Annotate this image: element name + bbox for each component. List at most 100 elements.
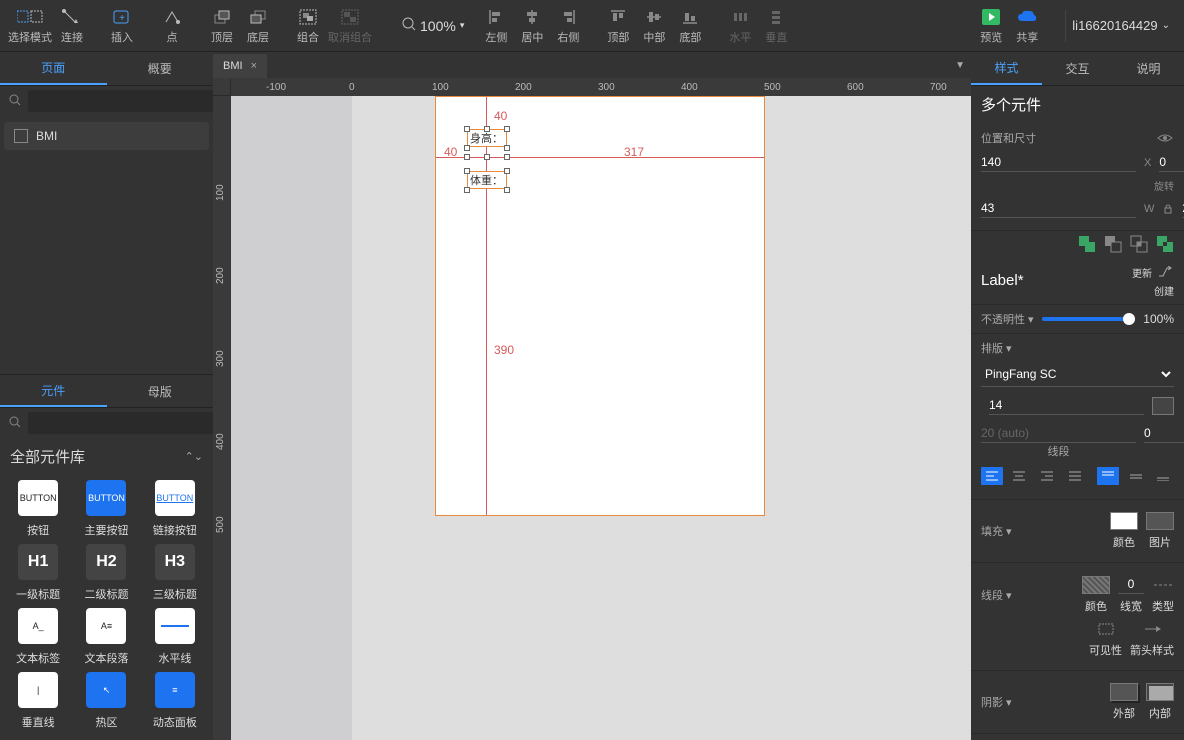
tab-notes[interactable]: 说明: [1113, 52, 1184, 85]
widget-item[interactable]: H1一级标题: [4, 544, 72, 602]
align-center-h-button[interactable]: 居中: [514, 3, 550, 49]
text-align-left-button[interactable]: [981, 467, 1003, 485]
widget-thumb: H1: [18, 544, 58, 580]
border-visibility-button[interactable]: 可见性: [1089, 620, 1122, 658]
y-input[interactable]: [1159, 153, 1184, 172]
tab-outline[interactable]: 概要: [107, 52, 214, 85]
artboard-area[interactable]: 身高： 体重： 40: [231, 96, 971, 740]
page-artboard[interactable]: 身高： 体重： 40: [435, 96, 765, 516]
text-valign-middle-button[interactable]: [1125, 467, 1147, 485]
distribute-h-button[interactable]: 水平: [722, 3, 758, 49]
apply-style-icon[interactable]: [1156, 263, 1174, 281]
widget-item[interactable]: ↖热区: [72, 672, 140, 730]
selection-handle[interactable]: [464, 126, 470, 132]
widget-item[interactable]: 水平线: [141, 608, 209, 666]
widget-item[interactable]: BUTTON主要按钮: [72, 480, 140, 538]
border-type-button[interactable]: 类型: [1152, 576, 1174, 614]
align-left-button[interactable]: 左侧: [478, 3, 514, 49]
bottom-layer-button[interactable]: 底层: [240, 3, 276, 49]
top-layer-button[interactable]: 顶层: [204, 3, 240, 49]
selection-handle[interactable]: [504, 168, 510, 174]
selection-handle[interactable]: [464, 168, 470, 174]
text-valign-bottom-button[interactable]: [1152, 467, 1174, 485]
arrow-style-button[interactable]: 箭头样式: [1130, 620, 1174, 658]
zoom-control[interactable]: 100% ▾: [402, 17, 464, 34]
outer-shadow-button[interactable]: 外部: [1110, 683, 1138, 721]
tab-widgets[interactable]: 元件: [0, 375, 107, 407]
w-input[interactable]: [981, 199, 1136, 218]
bool-intersect-icon[interactable]: [1130, 235, 1148, 253]
widget-item[interactable]: A_文本标签: [4, 608, 72, 666]
tab-style[interactable]: 样式: [971, 52, 1042, 85]
search-icon[interactable]: [8, 415, 22, 432]
selection-handle[interactable]: [504, 187, 510, 193]
distribute-v-button[interactable]: 垂直: [758, 3, 794, 49]
widget-label-weight[interactable]: 体重：: [467, 171, 507, 189]
selection-handle[interactable]: [484, 154, 490, 160]
library-search-input[interactable]: [28, 412, 217, 434]
group-button[interactable]: 组合: [290, 3, 326, 49]
fill-image-button[interactable]: 图片: [1146, 512, 1174, 550]
lock-aspect-icon[interactable]: [1162, 200, 1174, 218]
widget-item[interactable]: |垂直线: [4, 672, 72, 730]
widget-item[interactable]: H3三级标题: [141, 544, 209, 602]
fill-color-button[interactable]: 颜色: [1110, 512, 1138, 550]
text-align-right-button[interactable]: [1036, 467, 1058, 485]
search-icon[interactable]: [8, 93, 22, 110]
align-top-button[interactable]: 顶部: [600, 3, 636, 49]
bool-union-icon[interactable]: [1078, 235, 1096, 253]
align-middle-button[interactable]: 中部: [636, 3, 672, 49]
user-menu[interactable]: li16620164429 ⌄: [1072, 18, 1170, 33]
widget-item[interactable]: H2二级标题: [72, 544, 140, 602]
connect-button[interactable]: 连接: [54, 3, 90, 49]
canvas-tab-bmi[interactable]: BMI ×: [213, 54, 267, 78]
text-align-center-button[interactable]: [1009, 467, 1031, 485]
close-icon[interactable]: ×: [251, 60, 257, 72]
widget-item[interactable]: BUTTON链接按钮: [141, 480, 209, 538]
page-item-bmi[interactable]: BMI: [4, 122, 209, 150]
selection-handle[interactable]: [464, 187, 470, 193]
selection-handle[interactable]: [504, 154, 510, 160]
share-button[interactable]: 共享: [1009, 3, 1045, 49]
align-bottom-button[interactable]: 底部: [672, 3, 708, 49]
tab-interact[interactable]: 交互: [1042, 52, 1113, 85]
point-button[interactable]: 点: [154, 3, 190, 49]
selection-handle[interactable]: [464, 145, 470, 151]
tab-masters[interactable]: 母版: [107, 375, 214, 407]
border-color-button[interactable]: 颜色: [1082, 576, 1110, 614]
selection-handle[interactable]: [464, 154, 470, 160]
align-right-button[interactable]: 右侧: [550, 3, 586, 49]
canvas-wrap[interactable]: -1000100200300400500600700 1002003004005…: [213, 78, 971, 740]
library-select[interactable]: 全部元件库 ⌃⌄: [0, 438, 213, 474]
bool-subtract-icon[interactable]: [1104, 235, 1122, 253]
ungroup-button[interactable]: 取消组合: [326, 3, 374, 49]
distribute-h-icon: [732, 7, 748, 27]
bool-exclude-icon[interactable]: [1156, 235, 1174, 253]
line-height-input[interactable]: [981, 424, 1136, 443]
border-width-input[interactable]: [1118, 575, 1144, 594]
font-size-input[interactable]: [989, 396, 1144, 415]
x-input[interactable]: [981, 153, 1136, 172]
widget-item[interactable]: A≡文本段落: [72, 608, 140, 666]
create-style-button[interactable]: 创建: [1154, 283, 1174, 298]
select-mode-button[interactable]: 选择模式: [6, 3, 54, 49]
selection-handle[interactable]: [484, 126, 490, 132]
tab-pages[interactable]: 页面: [0, 52, 107, 85]
opacity-slider[interactable]: [1042, 317, 1136, 321]
insert-button[interactable]: + 插入: [104, 3, 140, 49]
selection-handle[interactable]: [504, 145, 510, 151]
update-style-button[interactable]: 更新: [1132, 265, 1152, 280]
selection-handle[interactable]: [504, 126, 510, 132]
inner-shadow-button[interactable]: 内部: [1146, 683, 1174, 721]
letter-spacing-input[interactable]: [1144, 424, 1184, 443]
text-valign-top-button[interactable]: [1097, 467, 1119, 485]
pages-search-input[interactable]: [28, 90, 217, 112]
widget-item[interactable]: BUTTON按钮: [4, 480, 72, 538]
visibility-icon[interactable]: [1156, 129, 1174, 147]
tab-dropdown[interactable]: ▼: [955, 60, 965, 71]
color-swatch-icon[interactable]: [1152, 397, 1174, 415]
preview-button[interactable]: 预览: [973, 3, 1009, 49]
font-family-select[interactable]: PingFang SC: [981, 362, 1174, 387]
widget-item[interactable]: ≡动态面板: [141, 672, 209, 730]
text-align-justify-button[interactable]: [1064, 467, 1086, 485]
